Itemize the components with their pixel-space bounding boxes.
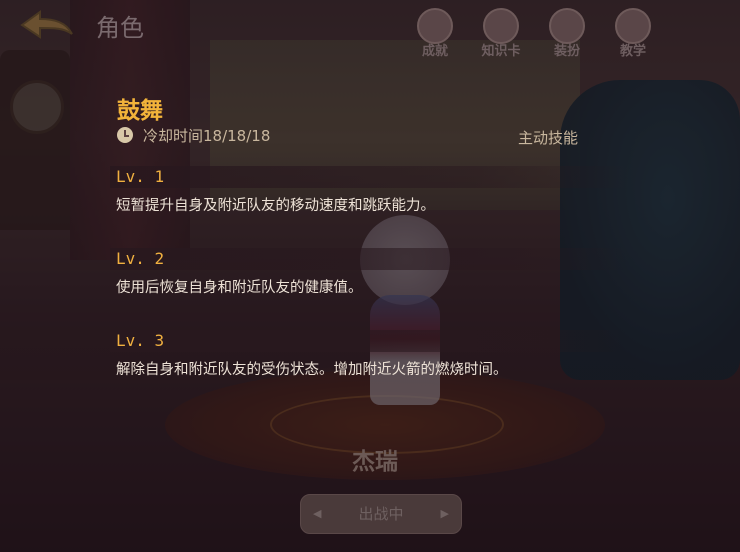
- skill-level-2: Lv. 2 使用后恢复自身和附近队友的健康值。: [110, 248, 630, 297]
- book-icon: [615, 8, 651, 44]
- top-bar: 角色 成就 知识卡 装扮 教学: [0, 0, 740, 60]
- tutorial-label: 教学: [619, 44, 646, 59]
- skill-name: 鼓舞: [117, 98, 163, 124]
- level-label: Lv. 2: [110, 248, 630, 270]
- clock-icon: [117, 127, 133, 143]
- level-label: Lv. 1: [110, 166, 630, 188]
- skill-type-label: 主动技能: [518, 129, 579, 147]
- page-title: 角色: [96, 14, 144, 42]
- left-chevron-icon: ◀: [313, 507, 322, 520]
- trophy-icon: [417, 8, 453, 44]
- back-arrow-icon: [20, 10, 73, 39]
- skill-level-3: Lv. 3 解除自身和附近队友的受伤状态。增加附近火箭的燃烧时间。: [110, 330, 630, 379]
- level-description: 短暂提升自身及附近队友的移动速度和跳跃能力。: [116, 198, 435, 214]
- outfit-label: 装扮: [553, 44, 580, 59]
- card-icon: [483, 8, 519, 44]
- character-name: 杰瑞: [352, 449, 398, 475]
- tutorial-button[interactable]: 教学: [606, 8, 660, 59]
- back-button[interactable]: [18, 8, 78, 42]
- cooldown-text: 冷却时间18/18/18: [143, 126, 271, 145]
- deploy-label: 出战中: [358, 505, 404, 523]
- achievements-label: 成就: [421, 44, 448, 59]
- deploy-button[interactable]: ◀ 出战中 ▶: [300, 494, 462, 534]
- outfit-icon: [549, 8, 585, 44]
- knowledge-card-button[interactable]: 知识卡: [474, 8, 528, 59]
- cooldown-row: 冷却时间18/18/18: [117, 125, 270, 145]
- level-description: 解除自身和附近队友的受伤状态。增加附近火箭的燃烧时间。: [116, 362, 508, 378]
- achievements-button[interactable]: 成就: [408, 8, 462, 59]
- level-label: Lv. 3: [110, 330, 630, 352]
- right-chevron-icon: ▶: [440, 507, 449, 520]
- outfit-button[interactable]: 装扮: [540, 8, 594, 59]
- skill-level-1: Lv. 1 短暂提升自身及附近队友的移动速度和跳跃能力。: [110, 166, 630, 215]
- level-description: 使用后恢复自身和附近队友的健康值。: [116, 280, 363, 296]
- knowledge-card-label: 知识卡: [481, 44, 521, 59]
